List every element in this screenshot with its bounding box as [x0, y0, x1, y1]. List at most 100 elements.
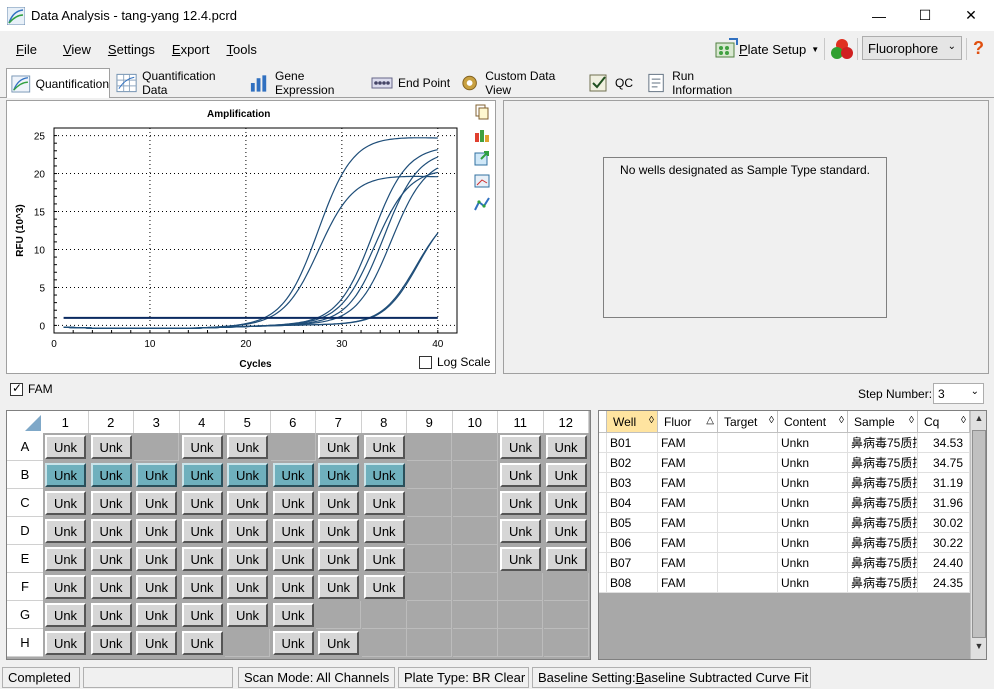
- plate-row-header[interactable]: H: [7, 629, 43, 657]
- table-row[interactable]: B01 FAM Unkn 鼻病毒75质控 34.53: [599, 433, 970, 453]
- plate-well-F3[interactable]: Unk: [136, 575, 177, 599]
- table-header-target[interactable]: Target ◊: [718, 411, 778, 433]
- table-header-sample[interactable]: Sample ◊: [848, 411, 918, 433]
- empty-well[interactable]: [452, 461, 498, 489]
- plate-well-A4[interactable]: Unk: [181, 435, 223, 459]
- empty-well[interactable]: [452, 433, 498, 461]
- table-header-cq[interactable]: Cq ◊: [918, 411, 970, 433]
- table-header-fluor[interactable]: Fluor △: [658, 411, 718, 433]
- curve-style-icon[interactable]: [474, 196, 490, 212]
- tab-run-information[interactable]: Run Information: [642, 69, 754, 97]
- plate-well-B7[interactable]: Unk: [318, 463, 359, 487]
- plate-column-header[interactable]: 6: [270, 411, 316, 433]
- plate-well-F4[interactable]: Unk: [181, 575, 223, 599]
- tab-end-point[interactable]: End Point: [367, 69, 452, 97]
- plate-column-header[interactable]: 10: [452, 411, 498, 433]
- empty-well[interactable]: [407, 601, 452, 629]
- menu-settings[interactable]: Settings: [108, 42, 155, 57]
- tab-quantification-data[interactable]: Quantification Data: [112, 69, 240, 97]
- empty-well[interactable]: [452, 573, 498, 601]
- plate-well-C7[interactable]: Unk: [318, 491, 359, 515]
- plate-well-C1[interactable]: Unk: [45, 491, 86, 515]
- plate-column-header[interactable]: 8: [361, 411, 407, 433]
- empty-well[interactable]: [452, 601, 498, 629]
- empty-well[interactable]: [316, 601, 361, 629]
- plate-well-H4[interactable]: Unk: [181, 631, 223, 655]
- table-row[interactable]: B03 FAM Unkn 鼻病毒75质控 31.19: [599, 473, 970, 493]
- plate-well-G1[interactable]: Unk: [45, 603, 86, 627]
- empty-well[interactable]: [270, 433, 316, 461]
- plate-well-B3[interactable]: Unk: [136, 463, 177, 487]
- empty-well[interactable]: [452, 545, 498, 573]
- tab-qc[interactable]: QC: [584, 69, 639, 97]
- plate-well-B2[interactable]: Unk: [90, 463, 132, 487]
- select-all-corner[interactable]: [7, 411, 43, 433]
- plate-well-E7[interactable]: Unk: [318, 547, 359, 571]
- table-row[interactable]: B05 FAM Unkn 鼻病毒75质控 30.02: [599, 513, 970, 533]
- plate-well-A12[interactable]: Unk: [545, 435, 587, 459]
- empty-well[interactable]: [543, 601, 589, 629]
- table-row[interactable]: B08 FAM Unkn 鼻病毒75质控 24.35: [599, 573, 970, 593]
- empty-well[interactable]: [407, 545, 452, 573]
- plate-well-C6[interactable]: Unk: [272, 491, 314, 515]
- plate-well-C5[interactable]: Unk: [227, 491, 268, 515]
- empty-well[interactable]: [452, 517, 498, 545]
- plate-well-B12[interactable]: Unk: [545, 463, 587, 487]
- plate-column-header[interactable]: 5: [225, 411, 271, 433]
- plate-well-D2[interactable]: Unk: [90, 519, 132, 543]
- plate-well-B6[interactable]: Unk: [272, 463, 314, 487]
- empty-well[interactable]: [452, 629, 498, 657]
- empty-well[interactable]: [361, 629, 407, 657]
- table-row[interactable]: B04 FAM Unkn 鼻病毒75质控 31.96: [599, 493, 970, 513]
- menu-export[interactable]: Export: [172, 42, 210, 57]
- plate-well-B8[interactable]: Unk: [363, 463, 405, 487]
- table-scrollbar[interactable]: ▲ ▼: [970, 411, 986, 659]
- log-scale-checkbox[interactable]: [419, 355, 432, 369]
- close-button[interactable]: ✕: [948, 0, 994, 31]
- plate-column-header[interactable]: 1: [43, 411, 89, 433]
- zoom-icon[interactable]: [474, 173, 490, 189]
- plate-row-header[interactable]: A: [7, 433, 43, 461]
- empty-well[interactable]: [407, 573, 452, 601]
- plate-well-D6[interactable]: Unk: [272, 519, 314, 543]
- plate-well-G3[interactable]: Unk: [136, 603, 177, 627]
- table-row[interactable]: B02 FAM Unkn 鼻病毒75质控 34.75: [599, 453, 970, 473]
- plate-well-D7[interactable]: Unk: [318, 519, 359, 543]
- plate-column-header[interactable]: 11: [498, 411, 544, 433]
- table-header-well[interactable]: Well ◊: [607, 411, 658, 433]
- export-icon[interactable]: [474, 150, 490, 166]
- fluor-filter[interactable]: FAM: [10, 381, 53, 396]
- plate-well-H6[interactable]: Unk: [272, 631, 314, 655]
- plate-well-B5[interactable]: Unk: [227, 463, 268, 487]
- menu-view[interactable]: View: [63, 42, 91, 57]
- plate-row-header[interactable]: B: [7, 461, 43, 489]
- empty-well[interactable]: [361, 601, 407, 629]
- plate-well-F1[interactable]: Unk: [45, 575, 86, 599]
- maximize-button[interactable]: ☐: [902, 0, 948, 31]
- empty-well[interactable]: [498, 573, 543, 601]
- plate-well-B1[interactable]: Unk: [45, 463, 86, 487]
- table-row[interactable]: B06 FAM Unkn 鼻病毒75质控 30.22: [599, 533, 970, 553]
- plate-column-header[interactable]: 2: [88, 411, 134, 433]
- empty-well[interactable]: [452, 489, 498, 517]
- plate-row-header[interactable]: E: [7, 545, 43, 573]
- amplification-chart[interactable]: 0 10 20 30 40 0 5 10 15 20 25 Cycles RFU (10^3): [7, 101, 467, 371]
- plate-well-F8[interactable]: Unk: [363, 575, 405, 599]
- log-scale-toggle[interactable]: Log Scale: [419, 355, 490, 369]
- plate-well-A7[interactable]: Unk: [318, 435, 359, 459]
- empty-well[interactable]: [407, 517, 452, 545]
- plate-setup-button[interactable]: Plate Setup ▼: [713, 36, 819, 62]
- plate-well-F6[interactable]: Unk: [272, 575, 314, 599]
- plate-well-A11[interactable]: Unk: [500, 435, 541, 459]
- plate-well-A8[interactable]: Unk: [363, 435, 405, 459]
- plate-well-E1[interactable]: Unk: [45, 547, 86, 571]
- plate-well-G4[interactable]: Unk: [181, 603, 223, 627]
- plate-well-E6[interactable]: Unk: [272, 547, 314, 571]
- plate-well-D5[interactable]: Unk: [227, 519, 268, 543]
- plate-well-F5[interactable]: Unk: [227, 575, 268, 599]
- plate-well-D4[interactable]: Unk: [181, 519, 223, 543]
- chart-options-icon[interactable]: [474, 127, 490, 143]
- menu-tools[interactable]: Tools: [226, 42, 256, 57]
- plate-well-F7[interactable]: Unk: [318, 575, 359, 599]
- plate-well-E3[interactable]: Unk: [136, 547, 177, 571]
